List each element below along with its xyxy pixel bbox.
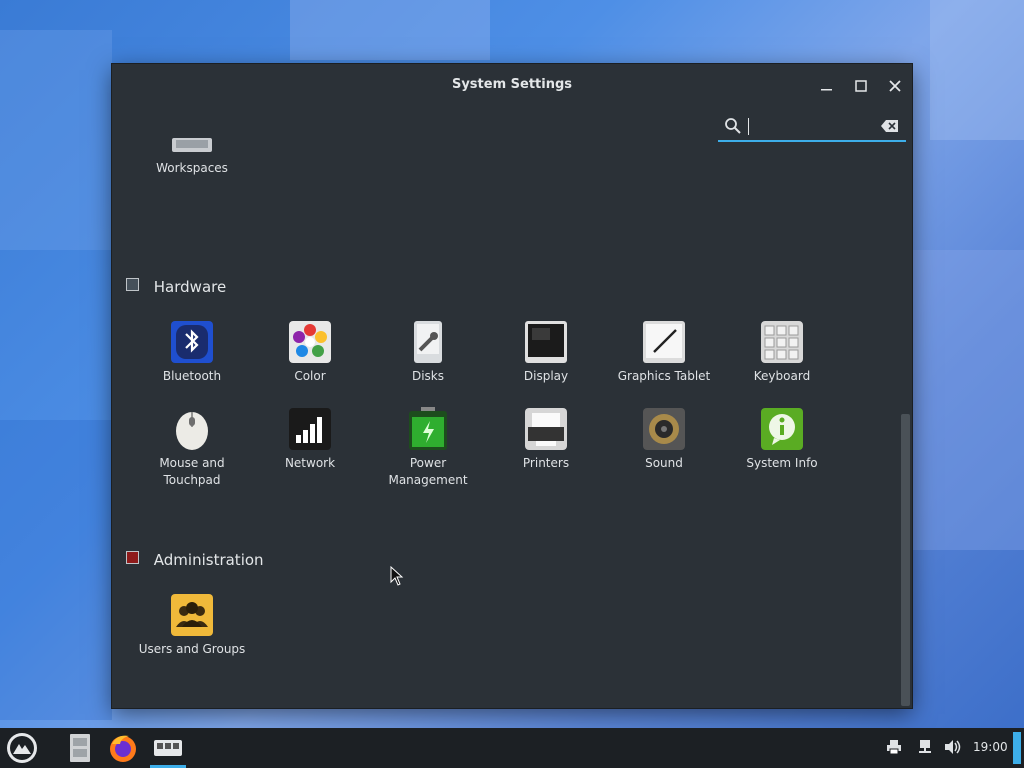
module-label: Graphics Tablet bbox=[617, 369, 711, 383]
module-label: Sound bbox=[645, 456, 683, 470]
module-keyboard[interactable]: Keyboard bbox=[723, 320, 841, 385]
minimize-icon bbox=[821, 89, 832, 91]
module-system-info[interactable]: System Info bbox=[723, 407, 841, 472]
system-settings-icon[interactable] bbox=[152, 732, 184, 764]
module-printers[interactable]: Printers bbox=[487, 407, 605, 472]
firefox-icon[interactable] bbox=[107, 732, 139, 764]
info-icon bbox=[761, 408, 803, 450]
show-desktop-button[interactable] bbox=[1013, 732, 1021, 764]
printer-icon bbox=[525, 408, 567, 450]
module-label: Disks bbox=[411, 369, 445, 383]
disks-icon bbox=[414, 321, 442, 363]
users-icon bbox=[171, 594, 213, 636]
file-manager-icon[interactable] bbox=[64, 732, 96, 764]
scrollbar-thumb[interactable] bbox=[901, 414, 910, 706]
module-label: Mouse and Touchpad bbox=[159, 456, 225, 487]
module-label: Display bbox=[523, 369, 569, 383]
minimize-button[interactable] bbox=[815, 74, 839, 98]
module-label: Bluetooth bbox=[162, 369, 222, 383]
graphics-tablet-icon bbox=[643, 321, 685, 363]
module-sound[interactable]: Sound bbox=[605, 407, 723, 472]
module-label: Network bbox=[284, 456, 336, 470]
module-label: Users and Groups bbox=[138, 642, 246, 656]
display-icon bbox=[525, 321, 567, 363]
module-label: Keyboard bbox=[753, 369, 811, 383]
network-icon bbox=[289, 408, 331, 450]
administration-section-icon bbox=[126, 551, 139, 564]
section-title: Hardware bbox=[153, 278, 227, 296]
module-workspaces[interactable]: Workspaces bbox=[133, 138, 251, 177]
app-menu-icon[interactable] bbox=[6, 732, 38, 764]
window-title: System Settings bbox=[451, 77, 573, 92]
module-disks[interactable]: Disks bbox=[369, 320, 487, 385]
section-title: Administration bbox=[153, 551, 264, 569]
volume-icon[interactable] bbox=[944, 739, 962, 755]
module-label: Printers bbox=[522, 456, 570, 470]
module-label: System Info bbox=[746, 456, 818, 470]
module-color[interactable]: Color bbox=[251, 320, 369, 385]
bluetooth-icon bbox=[171, 321, 213, 363]
hardware-section-icon bbox=[126, 278, 139, 291]
taskbar: 19:00 bbox=[0, 728, 1024, 768]
mouse-pointer-icon bbox=[390, 566, 404, 586]
module-mouse-touchpad[interactable]: Mouse and Touchpad bbox=[133, 407, 251, 489]
module-display[interactable]: Display bbox=[487, 320, 605, 385]
workspaces-icon bbox=[172, 138, 212, 152]
module-power-management[interactable]: Power Management bbox=[369, 407, 487, 489]
module-label: Power Management bbox=[388, 456, 468, 487]
module-label: Workspaces bbox=[156, 161, 228, 175]
speaker-icon bbox=[643, 408, 685, 450]
module-network[interactable]: Network bbox=[251, 407, 369, 472]
settings-content: Workspaces Hardware Bluetooth Color Disk… bbox=[112, 108, 900, 708]
module-users-groups[interactable]: Users and Groups bbox=[133, 593, 251, 658]
maximize-button[interactable] bbox=[849, 74, 873, 98]
mouse-icon bbox=[176, 412, 208, 450]
printer-tray-icon[interactable] bbox=[886, 739, 902, 755]
clock[interactable]: 19:00 bbox=[973, 740, 1008, 754]
section-header-hardware: Hardware bbox=[126, 278, 226, 296]
module-label: Color bbox=[294, 369, 326, 383]
battery-icon bbox=[409, 407, 447, 450]
maximize-icon bbox=[855, 80, 867, 92]
close-button[interactable] bbox=[883, 74, 907, 98]
color-icon bbox=[289, 321, 331, 363]
close-icon bbox=[889, 80, 901, 92]
module-bluetooth[interactable]: Bluetooth bbox=[133, 320, 251, 385]
title-bar[interactable]: System Settings bbox=[112, 64, 912, 108]
keyboard-icon bbox=[761, 321, 803, 363]
system-settings-window: System Settings Workspaces Hardware Blue… bbox=[112, 64, 912, 708]
section-header-administration: Administration bbox=[126, 551, 264, 569]
module-graphics-tablet[interactable]: Graphics Tablet bbox=[605, 320, 723, 385]
network-tray-icon[interactable] bbox=[917, 739, 933, 755]
